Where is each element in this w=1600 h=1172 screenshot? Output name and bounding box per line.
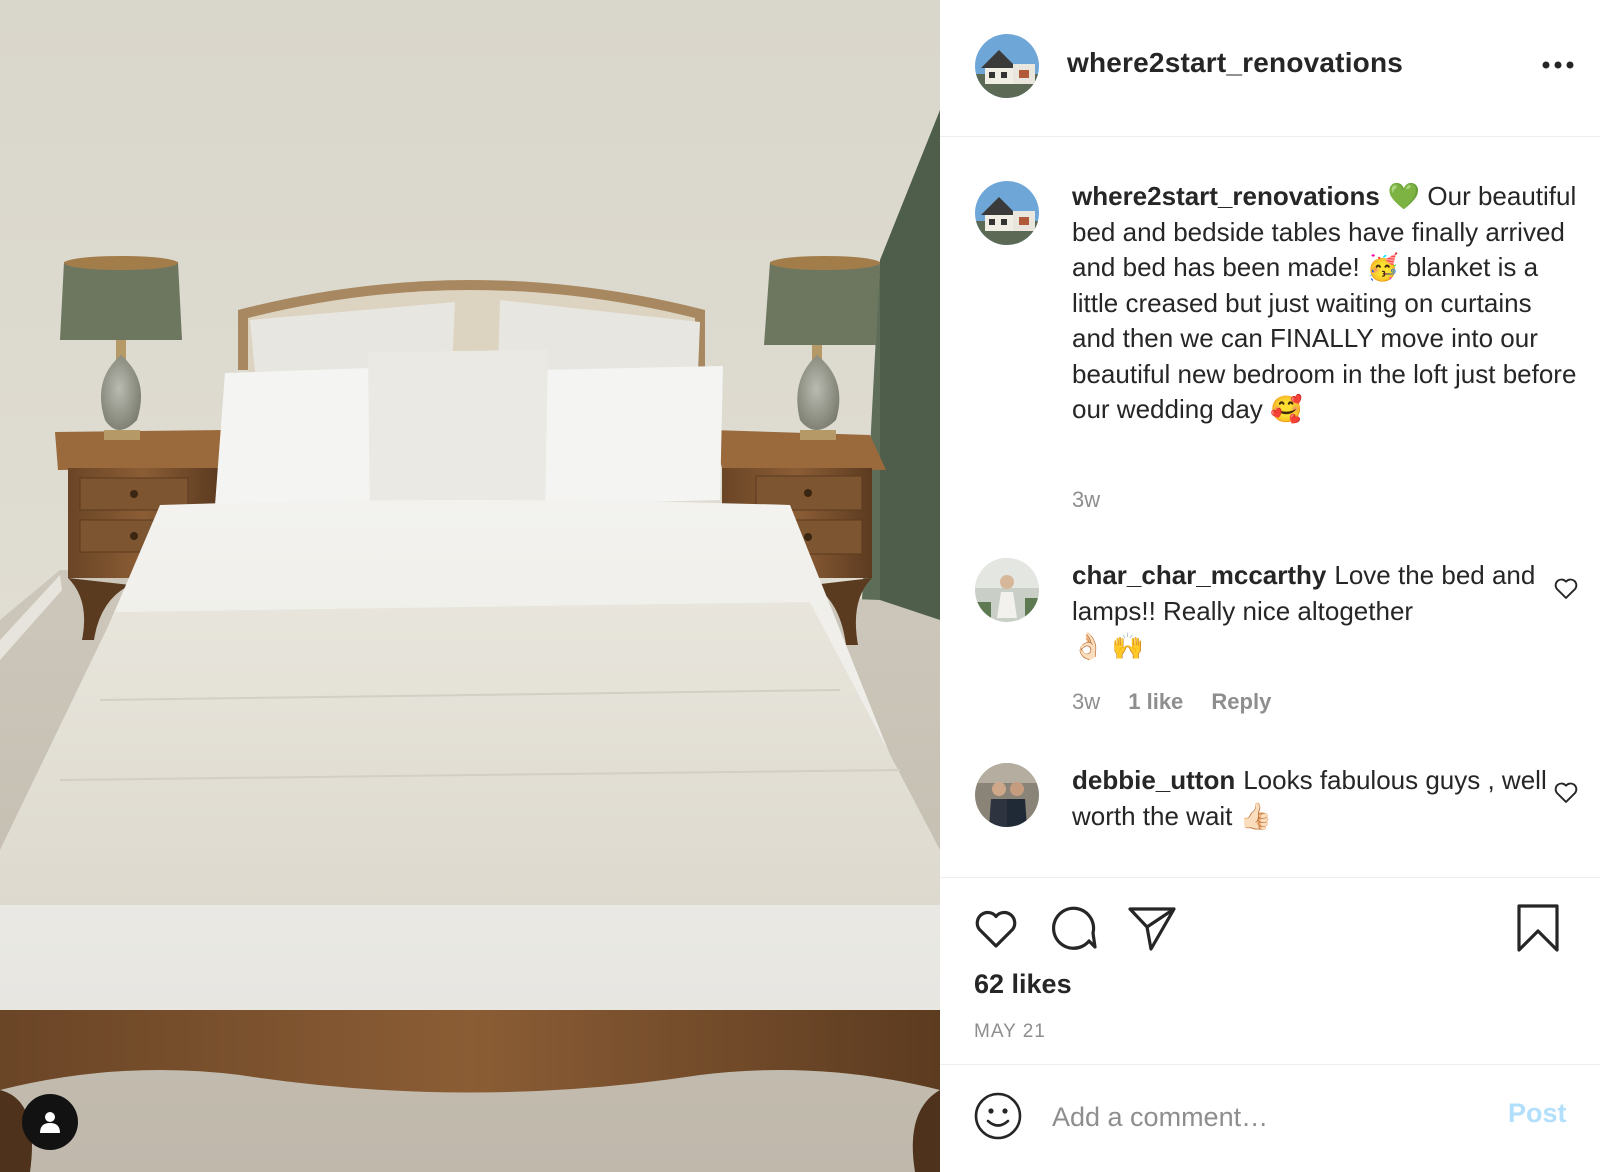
comment-like-heart-icon[interactable] [1552, 778, 1580, 806]
comment-input[interactable] [1050, 1094, 1484, 1140]
bookmark-icon [1517, 904, 1559, 952]
commenter-avatar[interactable] [975, 763, 1039, 827]
commenter-avatar[interactable] [975, 558, 1039, 622]
comment-username[interactable]: char_char_mccarthy [1072, 560, 1326, 590]
post-photo[interactable] [0, 0, 940, 1172]
more-options-button[interactable] [1538, 48, 1578, 82]
like-button[interactable] [970, 902, 1022, 954]
comment-emojis: 👌🏻 🙌 [1072, 631, 1144, 661]
house-avatar-icon [975, 181, 1039, 245]
caption-time[interactable]: 3w [1072, 487, 1100, 512]
caption-emoji-heart: 💚 [1387, 181, 1421, 211]
post-panel: where2start_renovations where2start_reno… [940, 0, 1600, 1172]
comment-meta: 3w 1 like Reply [1072, 689, 1293, 715]
heart-icon [975, 910, 1017, 948]
share-button[interactable] [1126, 902, 1178, 954]
comment-username[interactable]: debbie_utton [1072, 765, 1235, 795]
caption-meta: 3w [1072, 487, 1122, 513]
emoji-smiley-icon[interactable] [973, 1091, 1023, 1141]
comment-button[interactable] [1048, 902, 1100, 954]
caption-username[interactable]: where2start_renovations [1072, 181, 1380, 211]
post-header: where2start_renovations [940, 0, 1600, 137]
bedroom-image [0, 0, 940, 1172]
post-actions: 62 likes MAY 21 [940, 877, 1600, 1065]
post-date[interactable]: MAY 21 [974, 1021, 1046, 1043]
paper-plane-icon [1128, 907, 1176, 951]
person-photo-avatar-icon [975, 558, 1039, 622]
post-comment-button[interactable]: Post [1508, 1098, 1567, 1129]
tagged-people-button[interactable] [22, 1094, 78, 1150]
comment-likes[interactable]: 1 like [1128, 689, 1183, 714]
house-avatar-icon [975, 34, 1039, 98]
caption-emoji-love: 🥰 [1270, 394, 1303, 424]
caption-emoji-party: 🥳 [1366, 252, 1400, 282]
caption-avatar[interactable] [975, 181, 1039, 245]
reply-button[interactable]: Reply [1211, 689, 1271, 714]
more-horizontal-icon [1542, 61, 1574, 69]
user-tag-icon [40, 1112, 60, 1133]
author-avatar[interactable] [975, 34, 1039, 98]
caption-text: where2start_renovations 💚 Our beautiful b… [1072, 179, 1582, 428]
comment-text: debbie_utton Looks fabulous guys , well w… [1072, 763, 1582, 834]
add-comment-bar: Post [940, 1064, 1600, 1172]
comment-emojis: 👍🏻 [1239, 800, 1273, 831]
comment-bubble-icon [1052, 906, 1097, 950]
couple-photo-avatar-icon [975, 763, 1039, 827]
comment-time[interactable]: 3w [1072, 689, 1100, 714]
save-button[interactable] [1512, 902, 1564, 954]
author-username[interactable]: where2start_renovations [1067, 47, 1403, 79]
comments-list[interactable]: where2start_renovations 💚 Our beautiful b… [940, 137, 1600, 877]
comment-like-heart-icon[interactable] [1552, 574, 1580, 602]
comment-text: char_char_mccarthy Love the bed and lamps… [1072, 558, 1582, 665]
likes-count[interactable]: 62 likes [974, 969, 1072, 1000]
